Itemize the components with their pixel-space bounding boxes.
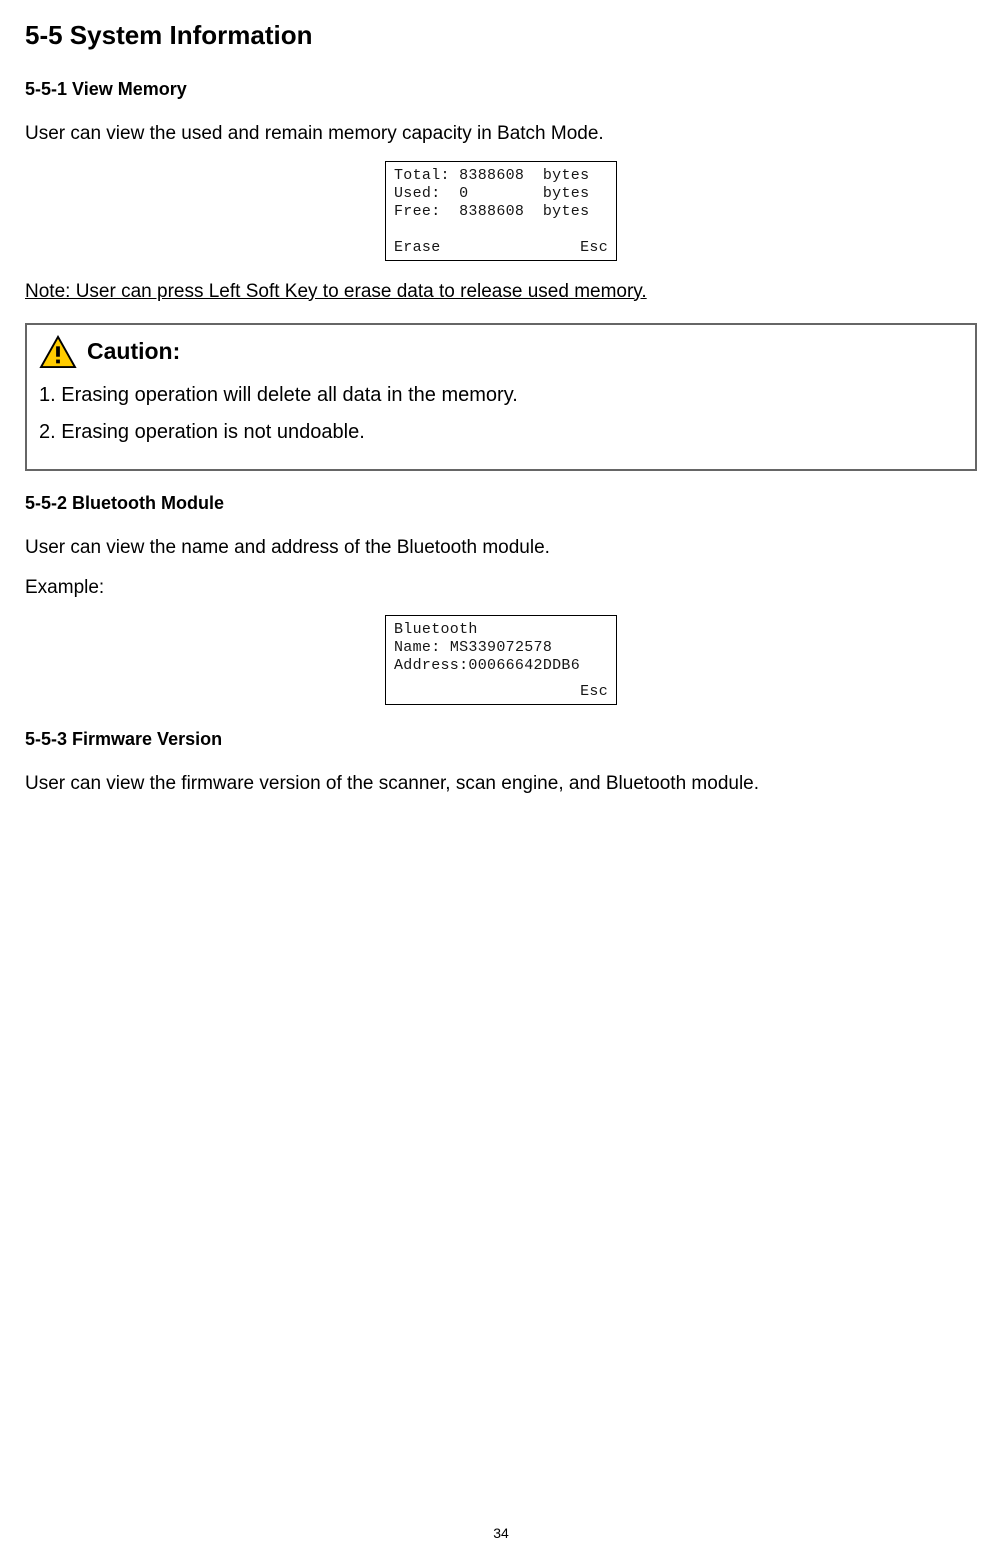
lcd-softkey-erase: Erase <box>394 239 441 257</box>
caution-box: Caution: 1. Erasing operation will delet… <box>25 323 977 471</box>
caution-item-1: 1. Erasing operation will delete all dat… <box>39 381 963 410</box>
text-erase-note: Note: User can press Left Soft Key to er… <box>25 281 977 303</box>
heading-view-memory: 5-5-1 View Memory <box>25 79 977 100</box>
caution-item-2: 2. Erasing operation is not undoable. <box>39 418 963 447</box>
section-bluetooth-module: 5-5-2 Bluetooth Module User can view the… <box>25 493 977 705</box>
lcd-bt-line1: Bluetooth <box>394 621 608 639</box>
lcd-bt-name: Name: MS339072578 <box>394 639 608 657</box>
lcd-bluetooth-screen: Bluetooth Name: MS339072578 Address:0006… <box>385 615 617 705</box>
heading-firmware-version: 5-5-3 Firmware Version <box>25 729 977 750</box>
lcd-row-used: Used: 0 bytes <box>394 185 608 203</box>
lcd-memory-screen: Total: 8388608 bytes Used: 0 bytes Free:… <box>385 161 617 261</box>
lcd-softkey-esc: Esc <box>580 239 608 257</box>
heading-bluetooth-module: 5-5-2 Bluetooth Module <box>25 493 977 514</box>
caution-header: Caution: <box>39 335 963 369</box>
text-view-memory-intro: User can view the used and remain memory… <box>25 120 977 149</box>
lcd-row-free: Free: 8388608 bytes <box>394 203 608 221</box>
warning-icon <box>39 335 77 369</box>
lcd-bt-softkey-esc: Esc <box>580 683 608 701</box>
text-bluetooth-intro: User can view the name and address of th… <box>25 534 977 563</box>
section-firmware-version: 5-5-3 Firmware Version User can view the… <box>25 729 977 799</box>
section-view-memory: 5-5-1 View Memory User can view the used… <box>25 79 977 303</box>
text-firmware-intro: User can view the firmware version of th… <box>25 770 977 799</box>
caution-title: Caution: <box>87 338 180 365</box>
heading-system-information: 5-5 System Information <box>25 20 977 51</box>
lcd-bt-address: Address:00066642DDB6 <box>394 657 608 675</box>
page-number: 34 <box>0 1525 1002 1541</box>
lcd-row-total: Total: 8388608 bytes <box>394 167 608 185</box>
text-example-label: Example: <box>25 574 977 603</box>
